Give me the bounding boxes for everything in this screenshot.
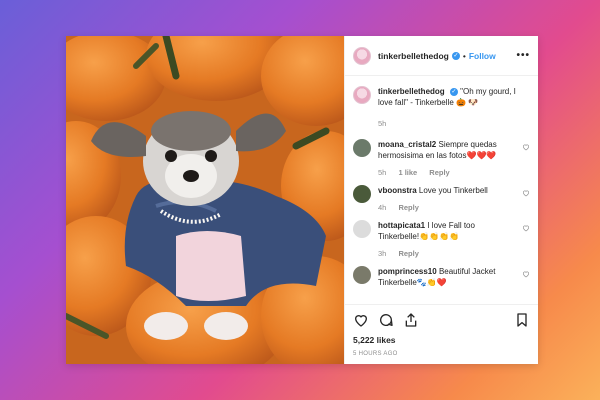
heart-icon[interactable] (353, 312, 369, 328)
post-actions: 5,222 likes 5 HOURS AGO (345, 304, 538, 364)
comment-time: 3h (378, 249, 387, 258)
posted-time: 5 HOURS AGO (353, 351, 398, 357)
caption-avatar[interactable] (353, 86, 371, 104)
verified-badge-icon: ✓ (449, 87, 458, 96)
post-username[interactable]: tinkerbellethedog (378, 51, 449, 61)
bookmark-icon[interactable] (514, 312, 530, 328)
comment-username[interactable]: vboonstra (378, 186, 417, 195)
comment-username[interactable]: hottapicata1 (378, 221, 425, 230)
share-icon[interactable] (403, 312, 419, 328)
reply-button[interactable]: Reply (398, 203, 418, 212)
action-icons (353, 311, 530, 329)
comment-item: vboonstra Love you Tinkerbell 4h Reply (353, 185, 530, 213)
comment-avatar[interactable] (353, 185, 371, 203)
reply-button[interactable]: Reply (398, 249, 418, 258)
comment-heart-icon[interactable] (522, 270, 530, 278)
comment-item: moana_cristal2 Siempre quedas hermosisim… (353, 139, 530, 178)
post-sidebar: tinkerbellethedog ✓ • Follow ••• tinkerb… (344, 36, 538, 364)
comment-avatar[interactable] (353, 266, 371, 284)
comment-username[interactable]: moana_cristal2 (378, 140, 436, 149)
comments-list[interactable]: tinkerbellethedog ✓ "Oh my gourd, I love… (345, 76, 538, 304)
likes-count[interactable]: 5,222 likes (353, 335, 530, 345)
comment-avatar[interactable] (353, 220, 371, 238)
comment-icon[interactable] (378, 312, 394, 328)
comment-item: hottapicata1 I love Fall too Tinkerbelle… (353, 220, 530, 259)
caption-username[interactable]: tinkerbellethedog (378, 87, 445, 96)
comment-likes[interactable]: 1 like (398, 168, 417, 177)
reply-button[interactable]: Reply (429, 168, 449, 177)
instagram-post-card: tinkerbellethedog ✓ • Follow ••• tinkerb… (66, 36, 538, 364)
avatar[interactable] (353, 46, 371, 65)
comment-heart-icon[interactable] (522, 224, 530, 232)
comment-text: Love you Tinkerbell (418, 186, 488, 195)
comment-heart-icon[interactable] (522, 189, 530, 197)
post-photo[interactable] (66, 36, 344, 364)
comment-heart-icon[interactable] (522, 143, 530, 151)
follow-button[interactable]: Follow (469, 51, 496, 61)
separator-dot: • (462, 50, 466, 61)
comment-item: pomprincess10 Beautiful Jacket Tinkerbel… (353, 266, 530, 288)
post-header: tinkerbellethedog ✓ • Follow ••• (345, 36, 538, 76)
more-options-icon[interactable]: ••• (516, 50, 530, 61)
caption-time: 5h (378, 119, 387, 128)
caption-item: tinkerbellethedog ✓ "Oh my gourd, I love… (353, 86, 530, 129)
comment-username[interactable]: pomprincess10 (378, 267, 437, 276)
dog-photo-illustration (66, 36, 344, 364)
comment-time: 5h (378, 168, 387, 177)
comment-time: 4h (378, 203, 387, 212)
comment-avatar[interactable] (353, 139, 371, 157)
verified-badge-icon: ✓ (451, 51, 460, 60)
